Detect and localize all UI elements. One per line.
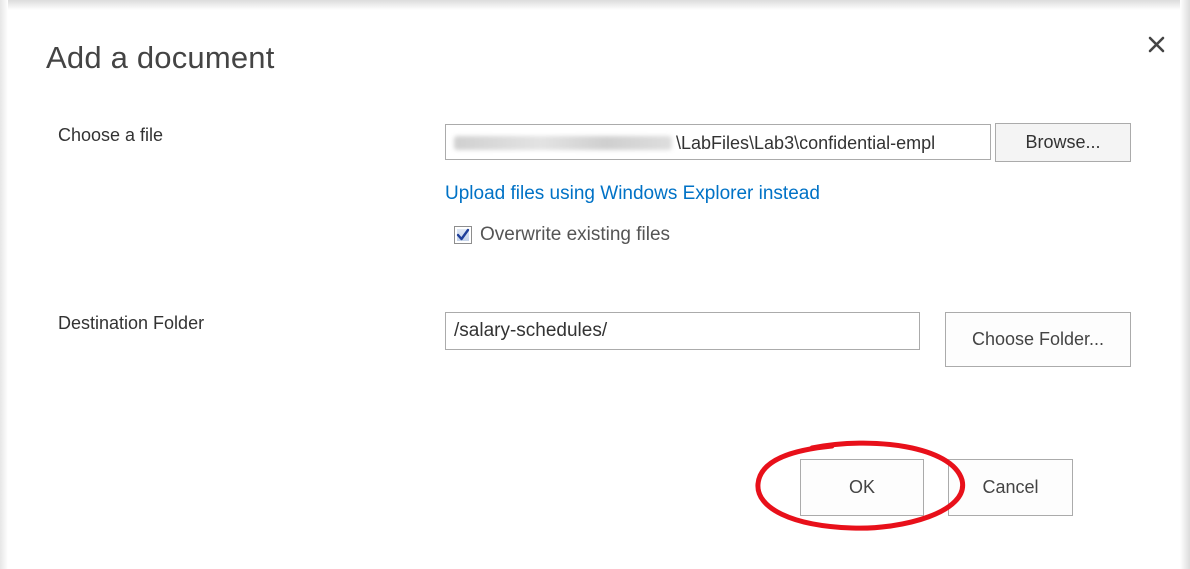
redacted-path-blur bbox=[454, 136, 672, 150]
add-document-dialog: Add a document Choose a file \LabFiles\L… bbox=[0, 0, 1190, 569]
ok-button[interactable]: OK bbox=[800, 459, 924, 516]
dialog-title: Add a document bbox=[46, 40, 275, 75]
upload-explorer-link[interactable]: Upload files using Windows Explorer inst… bbox=[445, 183, 820, 205]
browse-button[interactable]: Browse... bbox=[995, 123, 1131, 162]
overwrite-checkbox[interactable] bbox=[454, 226, 472, 244]
dialog-shadow-left bbox=[0, 0, 8, 569]
file-path-input[interactable]: \LabFiles\Lab3\confidential-empl bbox=[445, 124, 991, 160]
checkmark-icon bbox=[456, 228, 470, 241]
close-icon bbox=[1148, 36, 1165, 53]
destination-folder-input[interactable]: /salary-schedules/ bbox=[445, 312, 920, 350]
cancel-button[interactable]: Cancel bbox=[948, 459, 1073, 516]
destination-folder-label: Destination Folder bbox=[58, 313, 205, 333]
choose-file-label: Choose a file bbox=[58, 125, 164, 145]
choose-folder-button[interactable]: Choose Folder... bbox=[945, 312, 1131, 367]
close-button[interactable] bbox=[1144, 32, 1170, 58]
overwrite-label: Overwrite existing files bbox=[480, 224, 671, 245]
dialog-shadow-right bbox=[1180, 0, 1190, 569]
dialog-shadow-top bbox=[0, 0, 1190, 10]
file-path-text: \LabFiles\Lab3\confidential-empl bbox=[676, 133, 936, 153]
